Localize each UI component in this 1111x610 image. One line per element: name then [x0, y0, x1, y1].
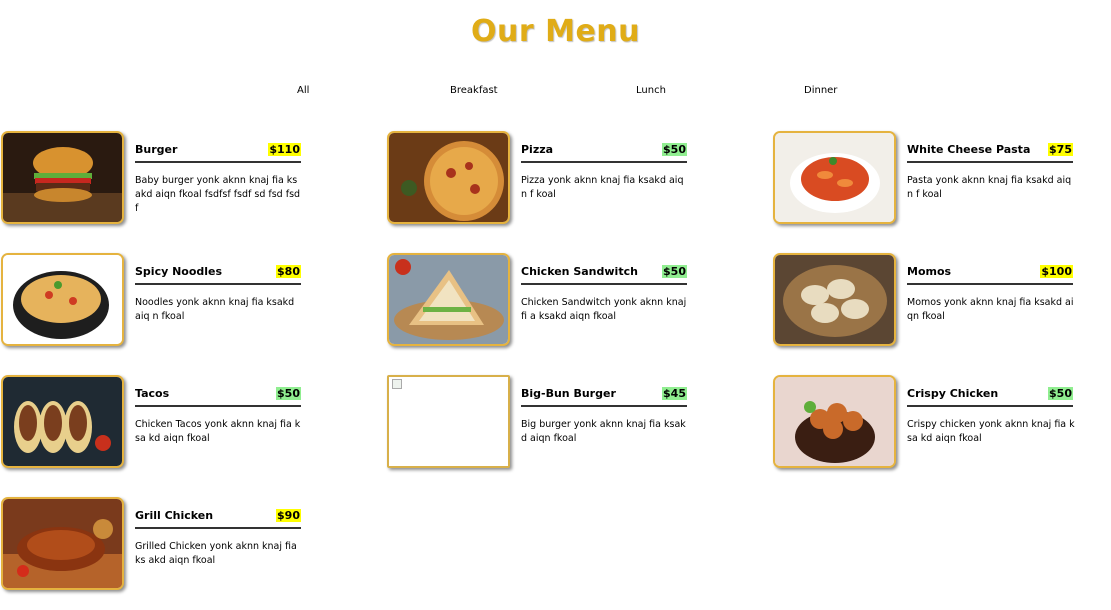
item-price: $80 [276, 265, 301, 278]
item-name: Burger [135, 143, 178, 156]
item-price: $75 [1048, 143, 1073, 156]
pasta-image [773, 131, 896, 224]
pizza-image [387, 131, 510, 224]
menu-item: Burger $110 Baby burger yonk aknn knaj f… [1, 131, 311, 227]
item-name: Pizza [521, 143, 554, 156]
item-name: White Cheese Pasta [907, 143, 1031, 156]
item-price: $110 [268, 143, 301, 156]
item-price: $50 [276, 387, 301, 400]
item-description: Big burger yonk aknn knaj fia ksakd aiqn… [521, 419, 686, 444]
momos-image [773, 253, 896, 346]
item-description: Momos yonk aknn knaj fia ksakd aiqn fkoa… [907, 297, 1074, 322]
menu-item: Momos $100 Momos yonk aknn knaj fia ksak… [773, 253, 1083, 349]
divider [521, 161, 687, 163]
divider [135, 161, 301, 163]
item-price: $50 [662, 265, 687, 278]
noodles-image [1, 253, 124, 346]
menu-item: White Cheese Pasta $75 Pasta yonk aknn k… [773, 131, 1083, 227]
page-title: Our Menu [470, 14, 640, 49]
item-description: Baby burger yonk aknn knaj fia ksakd aiq… [135, 175, 301, 214]
sandwich-image [387, 253, 510, 346]
item-price: $50 [1048, 387, 1073, 400]
item-description: Noodles yonk aknn knaj fia ksakd aiq n f… [135, 297, 295, 322]
item-name: Grill Chicken [135, 509, 214, 522]
item-description: Chicken Tacos yonk aknn knaj fia ksa kd … [135, 419, 301, 444]
item-description: Grilled Chicken yonk aknn knaj fia ks ak… [135, 541, 297, 566]
menu-item: Spicy Noodles $80 Noodles yonk aknn knaj… [1, 253, 311, 349]
broken-image-icon [392, 379, 402, 389]
tab-lunch[interactable]: Lunch [636, 85, 666, 96]
item-name: Tacos [135, 387, 170, 400]
divider [907, 161, 1073, 163]
item-price: $100 [1040, 265, 1073, 278]
item-description: Crispy chicken yonk aknn knaj fia ksa kd… [907, 419, 1075, 444]
tacos-image [1, 375, 124, 468]
tab-dinner[interactable]: Dinner [804, 85, 837, 96]
tab-all[interactable]: All [297, 85, 309, 96]
item-price: $45 [662, 387, 687, 400]
crispy-chicken-image [773, 375, 896, 468]
divider [135, 405, 301, 407]
item-price: $90 [276, 509, 301, 522]
item-name: Crispy Chicken [907, 387, 999, 400]
grill-chicken-image [1, 497, 124, 590]
divider [135, 527, 301, 529]
item-price: $50 [662, 143, 687, 156]
menu-item: Crispy Chicken $50 Crispy chicken yonk a… [773, 375, 1083, 471]
item-description: Pizza yonk aknn knaj fia ksakd aiqn f ko… [521, 175, 684, 200]
broken-image [387, 375, 510, 468]
burger-image [1, 131, 124, 224]
menu-item: Tacos $50 Chicken Tacos yonk aknn knaj f… [1, 375, 311, 471]
item-name: Spicy Noodles [135, 265, 223, 278]
menu-item: Chicken Sandwitch $50 Chicken Sandwitch … [387, 253, 697, 349]
menu-item: Pizza $50 Pizza yonk aknn knaj fia ksakd… [387, 131, 697, 227]
item-description: Pasta yonk aknn knaj fia ksakd aiqn f ko… [907, 175, 1072, 200]
item-name: Momos [907, 265, 952, 278]
menu-item: Grill Chicken $90 Grilled Chicken yonk a… [1, 497, 311, 593]
item-name: Chicken Sandwitch [521, 265, 638, 278]
divider [907, 405, 1073, 407]
divider [907, 283, 1073, 285]
divider [521, 283, 687, 285]
item-description: Chicken Sandwitch yonk aknn knaj fi a ks… [521, 297, 687, 322]
menu-item: Big-Bun Burger $45 Big burger yonk aknn … [387, 375, 697, 471]
divider [521, 405, 687, 407]
tab-breakfast[interactable]: Breakfast [450, 85, 498, 96]
item-name: Big-Bun Burger [521, 387, 616, 400]
divider [135, 283, 301, 285]
